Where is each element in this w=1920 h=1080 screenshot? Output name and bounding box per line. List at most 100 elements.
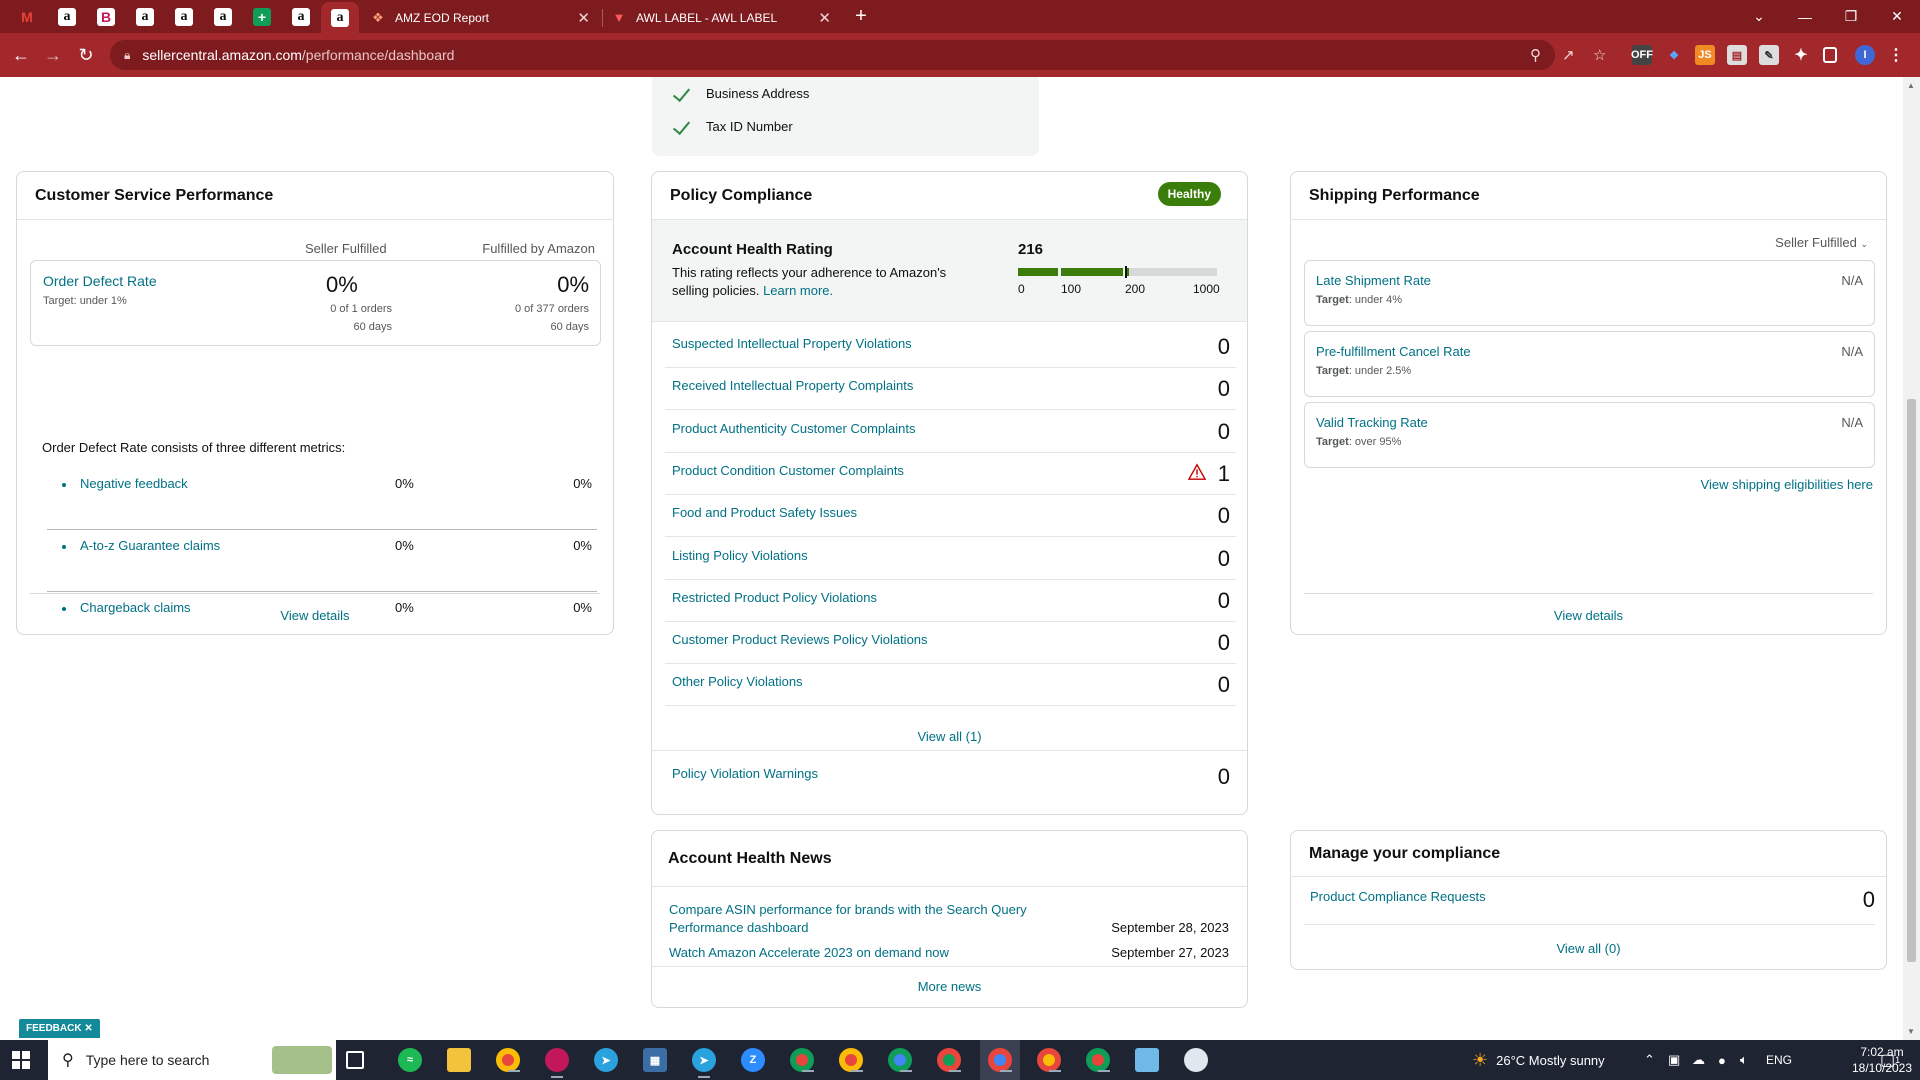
chrome-icon[interactable] [496, 1048, 520, 1072]
tab-search-button[interactable]: ⌄ [1736, 0, 1782, 33]
pinned-tab-b-app[interactable]: B [87, 4, 125, 30]
policy-violation-warnings-link[interactable]: Policy Violation Warnings [672, 766, 818, 781]
policy-row: Food and Product Safety Issues 0 [665, 495, 1236, 537]
negative-feedback-link[interactable]: Negative feedback [80, 476, 188, 491]
pinned-tab-amazon[interactable]: a [204, 4, 242, 30]
pinned-tab-amazon-active[interactable]: a [321, 2, 359, 33]
late-shipment-rate-link[interactable]: Late Shipment Rate [1316, 273, 1431, 288]
policy-row-link[interactable]: Restricted Product Policy Violations [672, 590, 877, 605]
share-icon[interactable]: ↗ [1562, 46, 1575, 64]
amazon-icon: a [175, 8, 193, 26]
scrollbar-thumb[interactable] [1907, 399, 1916, 962]
view-details-link[interactable]: View details [17, 608, 613, 623]
zoom-icon[interactable]: ⚲ [1530, 46, 1541, 64]
scroll-up-arrow[interactable]: ▲ [1907, 81, 1915, 90]
chrome-profile-active-icon[interactable] [988, 1048, 1012, 1072]
extension-chart-icon[interactable]: ▤ [1727, 45, 1747, 65]
meet-now-icon[interactable]: ▣ [1668, 1040, 1680, 1080]
extension-off-icon[interactable]: OFF [1631, 45, 1653, 65]
policy-row-link[interactable]: Customer Product Reviews Policy Violatio… [672, 632, 928, 647]
policy-row-link[interactable]: Food and Product Safety Issues [672, 505, 857, 520]
news-item-link[interactable]: Watch Amazon Accelerate 2023 on demand n… [669, 944, 1049, 962]
task-view-icon[interactable] [346, 1051, 364, 1069]
address-bar[interactable]: 🔒︎ sellercentral.amazon.com/performance/… [110, 40, 1555, 70]
profile-avatar[interactable]: I [1855, 45, 1875, 65]
windows-start-icon[interactable] [12, 1051, 30, 1069]
chrome-profile-icon[interactable] [839, 1048, 863, 1072]
pinned-tab-amazon[interactable]: a [282, 4, 320, 30]
volume-icon[interactable]: 🔈︎ [1740, 1040, 1748, 1080]
feedback-button[interactable]: FEEDBACK ✕ [19, 1019, 100, 1038]
pinned-tab-amazon[interactable]: a [165, 4, 203, 30]
app-icon[interactable] [1184, 1048, 1208, 1072]
policy-row-link[interactable]: Listing Policy Violations [672, 548, 808, 563]
pinned-tab-gmail[interactable]: M [8, 4, 46, 30]
order-defect-rate-link[interactable]: Order Defect Rate [43, 273, 157, 289]
chrome-profile-icon[interactable] [790, 1048, 814, 1072]
taskbar-search-box[interactable]: ⚲ Type here to search [48, 1040, 336, 1080]
close-window-button[interactable]: ✕ [1874, 0, 1920, 33]
extension-tool-icon[interactable]: ✎ [1759, 45, 1779, 65]
policy-row-link[interactable]: Product Authenticity Customer Complaints [672, 421, 916, 436]
bookmark-star-icon[interactable]: ☆ [1593, 46, 1606, 64]
chrome-profile-icon[interactable] [1086, 1048, 1110, 1072]
learn-more-link[interactable]: Learn more. [763, 283, 833, 298]
page-scrollbar[interactable]: ▲ ▼ [1903, 77, 1920, 1040]
chevron-down-icon: ⌄ [1860, 239, 1868, 249]
zoom-app-icon[interactable]: Z [741, 1048, 765, 1072]
extensions-puzzle-icon[interactable]: ✦ [1791, 45, 1811, 65]
microphone-icon[interactable]: ● [1718, 1040, 1726, 1080]
scroll-down-arrow[interactable]: ▼ [1907, 1027, 1915, 1036]
notifications-icon[interactable]: ▢ 1 [1880, 1040, 1900, 1080]
view-all-violations-link[interactable]: View all (1) [652, 729, 1247, 744]
telegram-badge-icon[interactable]: ➤ [692, 1048, 716, 1078]
pinned-tab-sheets[interactable]: + [243, 4, 281, 30]
view-all-compliance-link[interactable]: View all (0) [1291, 941, 1886, 956]
tab-amz-eod-report[interactable]: ❖ AMZ EOD Report ✕ [360, 2, 600, 33]
policy-row-link[interactable]: Other Policy Violations [672, 674, 803, 689]
extension-puzzle-blue-icon[interactable]: ❖ [1664, 45, 1684, 65]
chrome-profile-icon[interactable] [937, 1048, 961, 1072]
a-to-z-claims-link[interactable]: A-to-z Guarantee claims [80, 538, 220, 553]
show-hidden-icons-chevron-icon[interactable]: ⌃ [1644, 1040, 1655, 1080]
chrome-profile-icon[interactable] [888, 1048, 912, 1072]
policy-row-link[interactable]: Product Condition Customer Complaints [672, 463, 904, 478]
file-explorer-icon[interactable] [447, 1048, 471, 1072]
odr-seller-days: 60 days [353, 321, 392, 333]
input-language-indicator[interactable]: ENG [1766, 1040, 1792, 1080]
close-icon[interactable]: ✕ [577, 9, 590, 27]
tab-awl-label[interactable]: ▼ AWL LABEL - AWL LABEL ✕ [601, 2, 841, 33]
more-news-link[interactable]: More news [652, 979, 1247, 994]
opera-icon[interactable] [545, 1048, 569, 1078]
restore-button[interactable]: ❐ [1828, 0, 1874, 33]
fulfillment-filter-dropdown[interactable]: Seller Fulfilled ⌄ [1775, 235, 1868, 250]
pinned-tab-amazon[interactable]: a [48, 4, 86, 30]
policy-row-link[interactable]: Received Intellectual Property Complaint… [672, 378, 913, 393]
news-item-link[interactable]: Compare ASIN performance for brands with… [669, 901, 1049, 937]
valid-tracking-rate-link[interactable]: Valid Tracking Rate [1316, 415, 1428, 430]
extension-js-icon[interactable]: JS [1695, 45, 1715, 65]
telegram-icon[interactable]: ➤ [594, 1048, 618, 1072]
product-compliance-requests-link[interactable]: Product Compliance Requests [1310, 889, 1486, 904]
pre-fulfillment-cancel-rate-link[interactable]: Pre-fulfillment Cancel Rate [1316, 344, 1471, 359]
browser-menu-icon[interactable]: ⋮ [1886, 45, 1906, 65]
policy-row-link[interactable]: Suspected Intellectual Property Violatio… [672, 336, 912, 351]
onedrive-cloud-icon[interactable]: ☁ [1692, 1040, 1705, 1080]
spotify-icon[interactable]: ≈ [398, 1048, 422, 1072]
forward-button[interactable]: → [41, 43, 65, 67]
view-details-link[interactable]: View details [1291, 608, 1886, 623]
close-icon[interactable]: ✕ [84, 1023, 92, 1034]
back-button[interactable]: ← [9, 43, 33, 67]
new-tab-button[interactable]: + [848, 4, 874, 30]
weather-widget[interactable]: ☀ 26°C Mostly sunny [1472, 1040, 1605, 1080]
minimize-button[interactable]: — [1782, 0, 1828, 33]
pinned-tab-amazon[interactable]: a [126, 4, 164, 30]
view-shipping-eligibilities-link[interactable]: View shipping eligibilities here [1701, 477, 1873, 492]
chrome-profile-icon[interactable] [1037, 1048, 1061, 1072]
reload-button[interactable]: ↻ [74, 43, 98, 67]
side-panel-icon[interactable] [1823, 47, 1837, 63]
notepad-icon[interactable] [1135, 1048, 1159, 1072]
weather-text: 26°C Mostly sunny [1496, 1052, 1605, 1068]
calculator-icon[interactable]: ▦ [643, 1048, 667, 1072]
close-icon[interactable]: ✕ [818, 9, 831, 27]
